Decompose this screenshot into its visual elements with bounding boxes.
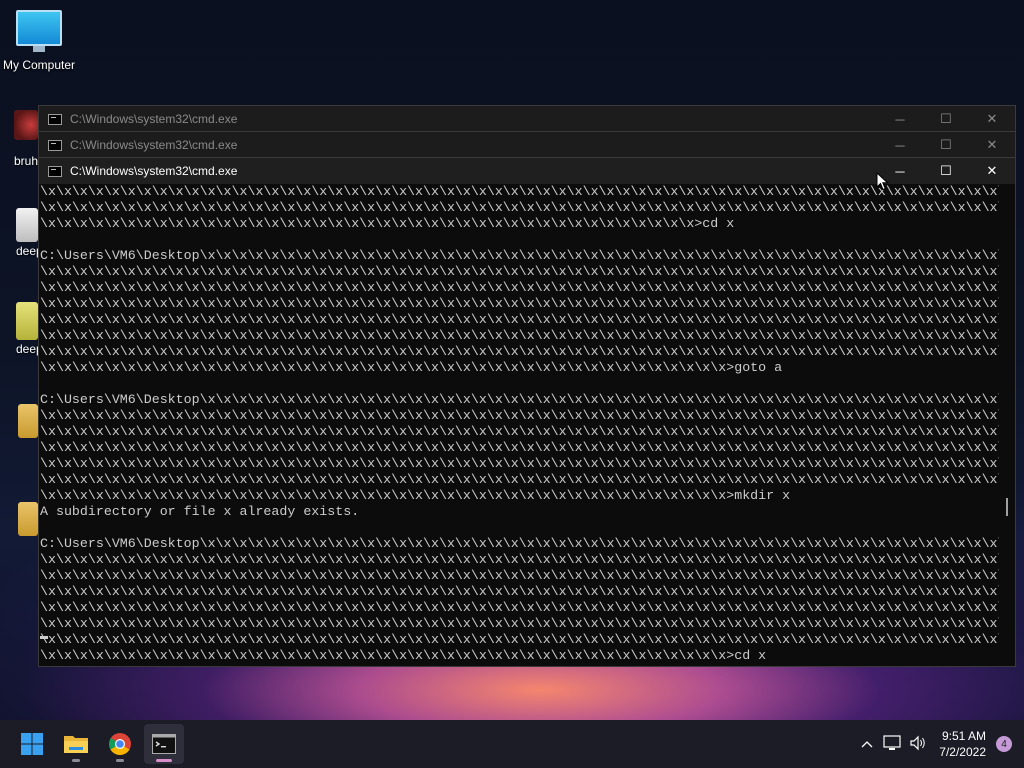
- close-button[interactable]: ✕: [969, 106, 1015, 132]
- chrome-icon: [109, 733, 131, 755]
- console-line: \x\x\x\x\x\x\x\x\x\x\x\x\x\x\x\x\x\x\x\x…: [40, 424, 1000, 439]
- desktop-icon-label: deep: [16, 342, 38, 356]
- console-line: C:\Users\VM6\Desktop\x\x\x\x\x\x\x\x\x\x…: [40, 392, 1000, 407]
- start-button[interactable]: [12, 724, 52, 764]
- running-indicator: [72, 759, 80, 762]
- windows-start-icon: [21, 733, 43, 755]
- running-indicator: [156, 759, 172, 762]
- cmd-window-active[interactable]: C:\Windows\system32\cmd.exe ─ ☐ ✕ \x\x\x…: [38, 157, 1016, 667]
- vertical-scrollbar[interactable]: [999, 184, 1015, 666]
- console-line: \x\x\x\x\x\x\x\x\x\x\x\x\x\x\x\x\x\x\x\x…: [40, 296, 1000, 311]
- console-line: \x\x\x\x\x\x\x\x\x\x\x\x\x\x\x\x\x\x\x\x…: [40, 472, 1000, 487]
- console-line: \x\x\x\x\x\x\x\x\x\x\x\x\x\x\x\x\x\x\x\x…: [40, 616, 1000, 631]
- taskbar-command-prompt[interactable]: [144, 724, 184, 764]
- close-button[interactable]: ✕: [969, 132, 1015, 158]
- desktop-icon-label: bruh: [14, 154, 38, 168]
- archive-icon: [16, 302, 38, 340]
- clock[interactable]: 9:51 AM 7/2/2022: [939, 728, 986, 760]
- console-line: \x\x\x\x\x\x\x\x\x\x\x\x\x\x\x\x\x\x\x\x…: [40, 344, 1000, 359]
- console-line: \x\x\x\x\x\x\x\x\x\x\x\x\x\x\x\x\x\x\x\x…: [40, 280, 1000, 295]
- desktop-icon-label: deep: [16, 244, 38, 258]
- close-button[interactable]: ✕: [969, 158, 1015, 184]
- window-title: C:\Windows\system32\cmd.exe: [70, 112, 238, 126]
- console-line: \x\x\x\x\x\x\x\x\x\x\x\x\x\x\x\x\x\x\x\x…: [40, 568, 1000, 583]
- console-line: \x\x\x\x\x\x\x\x\x\x\x\x\x\x\x\x\x\x\x\x…: [40, 184, 1000, 199]
- console-line: \x\x\x\x\x\x\x\x\x\x\x\x\x\x\x\x\x\x\x\x…: [40, 584, 1000, 599]
- clock-time: 9:51 AM: [941, 729, 986, 743]
- desktop-icon-label: My Computer: [2, 58, 76, 72]
- desktop-icon-my-computer[interactable]: My Computer: [2, 10, 76, 72]
- title-bar[interactable]: C:\Windows\system32\cmd.exe ─ ☐ ✕: [39, 132, 1015, 158]
- title-bar[interactable]: C:\Windows\system32\cmd.exe ─ ☐ ✕: [39, 106, 1015, 132]
- maximize-button[interactable]: ☐: [923, 106, 969, 132]
- mouse-pointer-icon: [876, 172, 889, 191]
- console-line: C:\Users\VM6\Desktop\x\x\x\x\x\x\x\x\x\x…: [40, 248, 1000, 263]
- console-line: \x\x\x\x\x\x\x\x\x\x\x\x\x\x\x\x\x\x\x\x…: [40, 648, 767, 663]
- folder-icon[interactable]: [18, 404, 38, 438]
- console-line: \x\x\x\x\x\x\x\x\x\x\x\x\x\x\x\x\x\x\x\x…: [40, 216, 735, 231]
- scrollbar-thumb[interactable]: [1006, 498, 1008, 516]
- document-icon: [16, 208, 38, 242]
- network-icon[interactable]: [879, 734, 905, 754]
- console-line: \x\x\x\x\x\x\x\x\x\x\x\x\x\x\x\x\x\x\x\x…: [40, 632, 1000, 647]
- console-line: \x\x\x\x\x\x\x\x\x\x\x\x\x\x\x\x\x\x\x\x…: [40, 552, 1000, 567]
- minimize-button[interactable]: ─: [877, 106, 923, 132]
- title-bar[interactable]: C:\Windows\system32\cmd.exe ─ ☐ ✕: [39, 158, 1015, 184]
- console-line: \x\x\x\x\x\x\x\x\x\x\x\x\x\x\x\x\x\x\x\x…: [40, 456, 1000, 471]
- maximize-button[interactable]: ☐: [923, 158, 969, 184]
- console-output[interactable]: \x\x\x\x\x\x\x\x\x\x\x\x\x\x\x\x\x\x\x\x…: [39, 184, 1000, 664]
- console-line: \x\x\x\x\x\x\x\x\x\x\x\x\x\x\x\x\x\x\x\x…: [40, 440, 1000, 455]
- volume-icon[interactable]: [905, 735, 931, 754]
- desktop-icon-deep-1[interactable]: deep: [16, 208, 38, 258]
- console-line: \x\x\x\x\x\x\x\x\x\x\x\x\x\x\x\x\x\x\x\x…: [40, 200, 1000, 215]
- window-title: C:\Windows\system32\cmd.exe: [70, 138, 238, 152]
- cmd-icon: [48, 165, 62, 177]
- console-line: \x\x\x\x\x\x\x\x\x\x\x\x\x\x\x\x\x\x\x\x…: [40, 264, 1000, 279]
- notification-badge[interactable]: 4: [996, 736, 1012, 752]
- maximize-button[interactable]: ☐: [923, 132, 969, 158]
- running-indicator: [116, 759, 124, 762]
- console-line: C:\Users\VM6\Desktop\x\x\x\x\x\x\x\x\x\x…: [40, 536, 1000, 551]
- cmd-icon: [48, 139, 62, 151]
- minimize-button[interactable]: ─: [877, 132, 923, 158]
- window-title: C:\Windows\system32\cmd.exe: [70, 164, 238, 178]
- system-tray: 9:51 AM 7/2/2022 4: [855, 720, 1024, 768]
- taskbar-file-explorer[interactable]: [56, 724, 96, 764]
- desktop-icon-deep-2[interactable]: deep: [16, 302, 38, 356]
- computer-icon: [16, 10, 62, 52]
- console-line: \x\x\x\x\x\x\x\x\x\x\x\x\x\x\x\x\x\x\x\x…: [40, 408, 1000, 423]
- taskbar: 9:51 AM 7/2/2022 4: [0, 720, 1024, 768]
- desktop-icon-bruh[interactable]: bruh: [14, 110, 38, 168]
- console-line: A subdirectory or file x already exists.: [40, 504, 360, 519]
- folder-icon[interactable]: [18, 502, 38, 536]
- taskbar-chrome[interactable]: [100, 724, 140, 764]
- clock-date: 7/2/2022: [939, 745, 986, 759]
- file-explorer-icon: [64, 736, 88, 753]
- cmd-icon: [48, 113, 62, 125]
- console-line: \x\x\x\x\x\x\x\x\x\x\x\x\x\x\x\x\x\x\x\x…: [40, 600, 1000, 615]
- star-shape-icon: [14, 110, 38, 140]
- show-hidden-icons-chevron-icon[interactable]: [855, 737, 879, 751]
- text-cursor: [40, 636, 48, 639]
- console-line: \x\x\x\x\x\x\x\x\x\x\x\x\x\x\x\x\x\x\x\x…: [40, 488, 791, 503]
- terminal-icon: [152, 734, 176, 754]
- console-line: \x\x\x\x\x\x\x\x\x\x\x\x\x\x\x\x\x\x\x\x…: [40, 312, 1000, 327]
- console-line: \x\x\x\x\x\x\x\x\x\x\x\x\x\x\x\x\x\x\x\x…: [40, 328, 1000, 343]
- console-line: \x\x\x\x\x\x\x\x\x\x\x\x\x\x\x\x\x\x\x\x…: [40, 360, 783, 375]
